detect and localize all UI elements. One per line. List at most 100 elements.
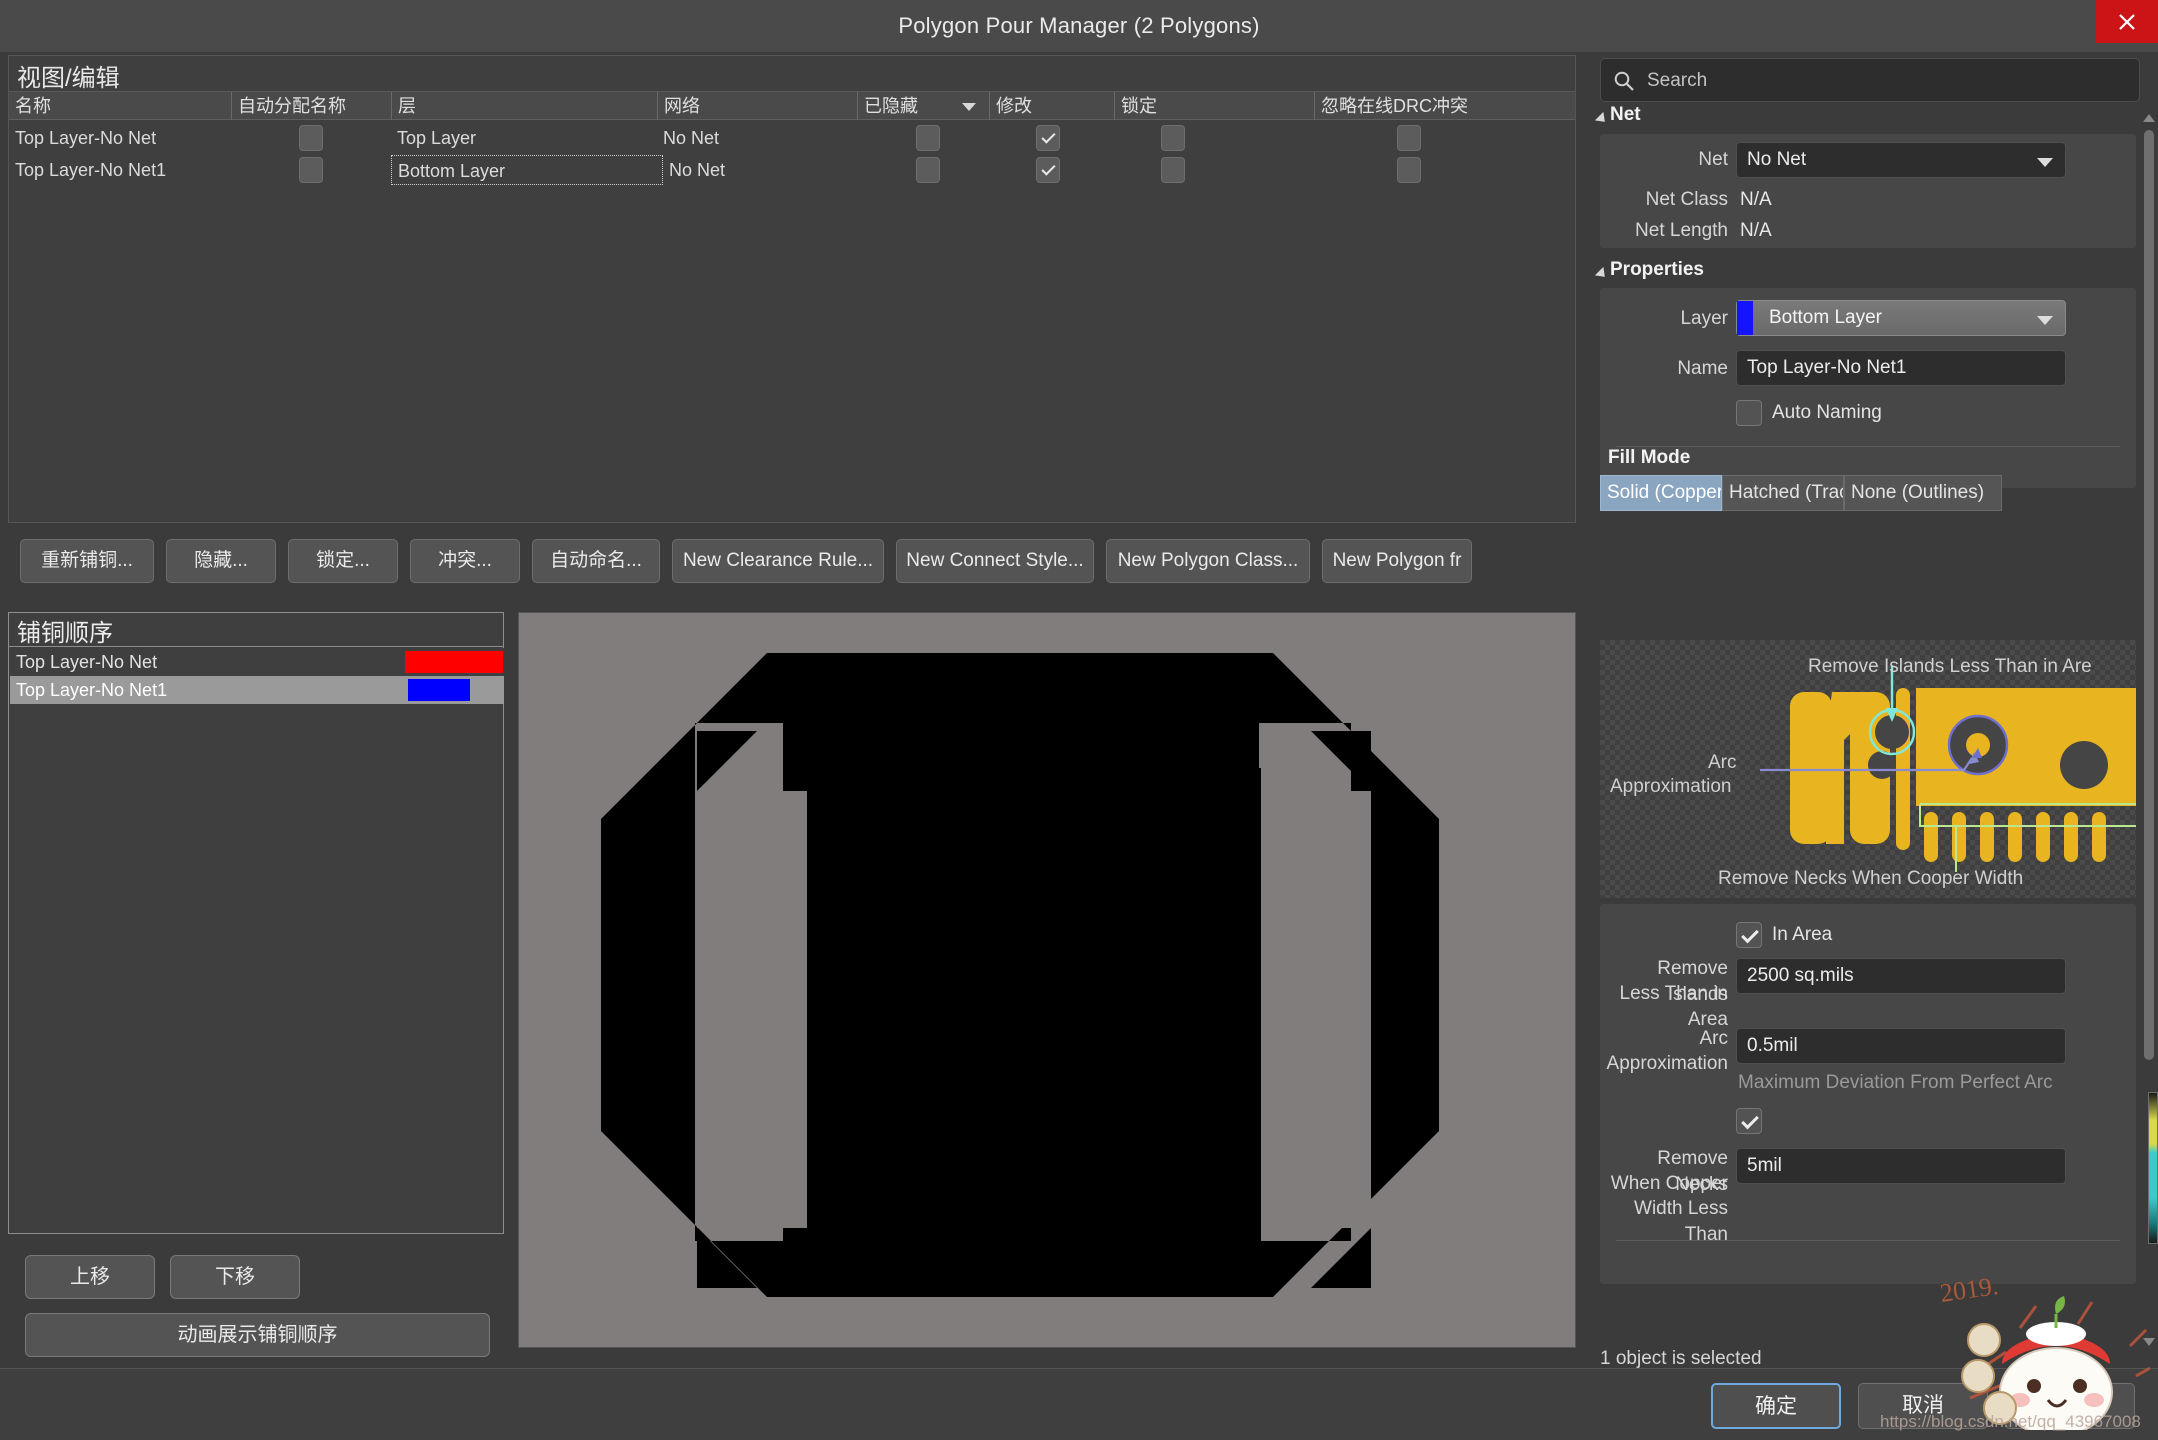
close-button[interactable] [2096,0,2158,43]
properties-section-title[interactable]: Properties [1610,257,1704,283]
arc-approximation-hint: Maximum Deviation From Perfect Arc [1738,1072,2053,1093]
fill-mode-solid-option[interactable]: Solid (Copper Regio [1600,475,1722,511]
fill-mode-title: Fill Mode [1608,447,1691,468]
column-header-modified[interactable]: 修改 [989,92,1114,120]
watermark-url: https://blog.csdn.net/qq_43967008 [1880,1412,2141,1431]
layer-label: Layer [1680,308,1728,329]
lock-button[interactable]: 锁定... [288,539,398,583]
remove-necks-label-line2: When Copper [1610,1173,1728,1194]
title-bar: Polygon Pour Manager (2 Polygons) [0,0,2158,52]
table-row[interactable]: Top Layer-No Net Top Layer No Net [9,122,1575,154]
close-icon [2119,14,2135,30]
pour-order-item-label: Top Layer-No Net1 [16,680,168,700]
chevron-down-icon [2037,316,2053,325]
fill-mode-none-option[interactable]: None (Outlines) [1844,475,2002,511]
fill-options-divider [1616,1240,2120,1241]
pcb-illustration-icon [1760,666,2136,872]
new-connect-style-button[interactable]: New Connect Style... [896,539,1094,583]
in-area-label: In Area [1772,924,1833,945]
column-header-ignore-drc[interactable]: 忽略在线DRC冲突 [1314,92,1576,120]
net-section-collapse-icon[interactable] [1594,111,1610,127]
net-card: Net No Net Net Class N/A Net Length N/A [1600,134,2136,248]
animate-pour-order-button[interactable]: 动画展示铺铜顺序 [25,1313,490,1357]
search-icon [1614,71,1634,91]
cell-name: Top Layer-No Net1 [15,160,167,180]
status-text: 1 object is selected [1600,1348,1762,1369]
conflict-button[interactable]: 冲突... [410,539,520,583]
cell-modified-checkbox[interactable] [1036,125,1060,151]
cell-hidden-checkbox[interactable] [916,125,940,151]
properties-section-collapse-icon[interactable] [1594,266,1610,282]
in-area-checkbox[interactable] [1736,922,1762,948]
arc-approximation-label-line2: Approximation [1606,1053,1728,1074]
net-dropdown[interactable]: No Net [1736,142,2066,178]
arc-approximation-input[interactable]: 0.5mil [1736,1028,2066,1064]
fill-mode-hatched-option[interactable]: Hatched (Tracks/Ar [1722,475,1844,511]
remove-necks-width-input[interactable]: 5mil [1736,1148,2066,1184]
layer-color-strip [2148,1092,2158,1244]
cell-layer-editor[interactable]: Bottom Layer [391,155,663,185]
cell-locked-checkbox[interactable] [1161,157,1185,183]
scrollbar-thumb[interactable] [2144,130,2154,1060]
net-section-title[interactable]: Net [1610,102,1641,128]
arc-approximation-label-line1: Arc [1699,1028,1729,1049]
polygon-name-input[interactable]: Top Layer-No Net1 [1736,350,2066,386]
cell-locked-checkbox[interactable] [1161,125,1185,151]
cell-ignore-drc-checkbox[interactable] [1397,125,1421,151]
polygon-actions-toolbar: 重新铺铜... 隐藏... 锁定... 冲突... 自动命名... New Cl… [8,539,1588,585]
table-row[interactable]: Top Layer-No Net1 Bottom Layer No Net [9,154,1575,186]
fill-options-card: In Area Remove Islands Less Than in Area… [1600,904,2136,1284]
net-class-value: N/A [1740,189,1772,210]
illustration-caption-arc-2: Approximation [1610,776,1732,797]
auto-naming-checkbox[interactable] [1736,400,1762,426]
hide-button[interactable]: 隐藏... [166,539,276,583]
column-header-layer[interactable]: 层 [391,92,657,120]
list-item[interactable]: Top Layer-No Net1 [10,676,504,704]
fill-mode-illustration: Remove Islands Less Than in Are Arc Appr… [1600,640,2136,898]
search-input[interactable]: Search [1600,58,2140,102]
cell-auto-name-checkbox[interactable] [299,157,323,183]
pour-order-header: 铺铜顺序 [9,613,503,647]
scroll-down-arrow-icon[interactable] [2143,1338,2155,1346]
polygon-table-header: 名称 自动分配名称 层 网络 已隐藏 修改 锁定 忽略在线DRC冲突 [9,92,1575,120]
list-item[interactable]: Top Layer-No Net [10,648,504,676]
cell-net: No Net [663,128,720,148]
column-header-auto-name[interactable]: 自动分配名称 [231,92,391,120]
scroll-up-arrow-icon[interactable] [2143,114,2155,122]
move-up-button[interactable]: 上移 [25,1255,155,1299]
view-edit-header: 视图/编辑 [9,56,1575,92]
remove-necks-label-line3: Width Less Than [1634,1198,1728,1245]
auto-name-button[interactable]: 自动命名... [532,539,660,583]
cell-auto-name-checkbox[interactable] [299,125,323,151]
window-title: Polygon Pour Manager (2 Polygons) [898,13,1260,38]
dialog-footer: 确定 取消 [0,1368,2158,1440]
remove-necks-checkbox[interactable] [1736,1108,1762,1134]
name-label: Name [1677,358,1728,379]
column-header-locked[interactable]: 锁定 [1114,92,1314,120]
search-placeholder: Search [1647,70,1708,91]
layer-dropdown[interactable]: Bottom Layer [1736,300,2066,336]
new-clearance-rule-button[interactable]: New Clearance Rule... [672,539,884,583]
cell-ignore-drc-checkbox[interactable] [1397,157,1421,183]
properties-panel: Search Net Net No Net Net Class N/A Net … [1592,52,2158,1352]
column-header-net[interactable]: 网络 [657,92,857,120]
column-header-name[interactable]: 名称 [9,92,231,120]
pour-order-panel: 铺铜顺序 Top Layer-No Net Top Layer-No Net1 [8,612,504,1234]
new-polygon-class-button[interactable]: New Polygon Class... [1106,539,1310,583]
layer-dropdown-value: Bottom Layer [1769,307,1882,328]
polygon-preview-shape [601,653,1439,1297]
cell-layer: Bottom Layer [398,161,506,181]
layer-color-chip [1737,301,1753,335]
move-down-button[interactable]: 下移 [170,1255,300,1299]
cell-hidden-checkbox[interactable] [916,157,940,183]
view-edit-panel: 视图/编辑 名称 自动分配名称 层 网络 已隐藏 修改 锁定 忽略在线DRC冲突… [8,55,1576,523]
repour-button[interactable]: 重新铺铜... [20,539,154,583]
cell-net: No Net [669,160,726,180]
new-polygon-from-button[interactable]: New Polygon fr [1322,539,1472,583]
ok-button[interactable]: 确定 [1711,1383,1841,1429]
net-class-label: Net Class [1645,189,1728,210]
cell-modified-checkbox[interactable] [1036,157,1060,183]
remove-islands-area-input[interactable]: 2500 sq.mils [1736,958,2066,994]
polygon-preview-canvas[interactable] [518,612,1576,1348]
sort-indicator-icon [962,103,976,111]
